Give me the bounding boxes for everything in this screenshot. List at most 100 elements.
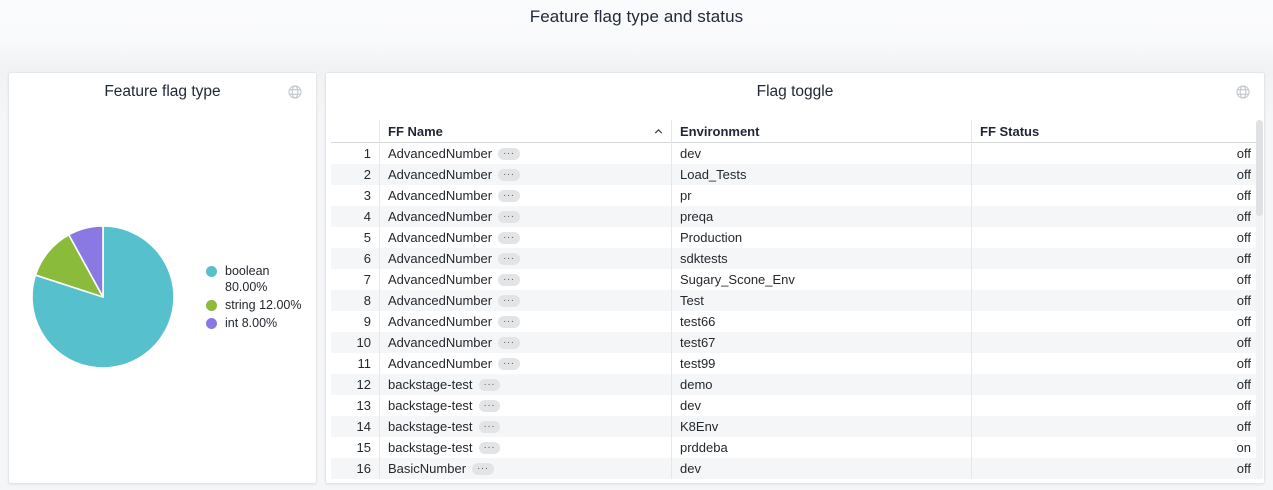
- cell-ff-status: off: [971, 143, 1259, 164]
- cell-environment: preqa: [671, 206, 971, 227]
- cell-ff-status: off: [971, 164, 1259, 185]
- legend-color-dot: [206, 300, 217, 311]
- sort-ascending-icon[interactable]: [653, 126, 664, 137]
- table-row: 6AdvancedNumber···sdktestsoff: [331, 248, 1259, 269]
- ff-name-value: backstage-test: [388, 377, 473, 392]
- legend-label: string 12.00%: [225, 297, 301, 313]
- cell-environment: sdktests: [671, 248, 971, 269]
- cell-environment: pr: [671, 185, 971, 206]
- cell-ff-name: backstage-test ···: [379, 395, 671, 416]
- cell-ff-name: AdvancedNumber···: [379, 185, 671, 206]
- header-environment[interactable]: Environment: [671, 120, 971, 143]
- cell-ff-status: off: [971, 185, 1259, 206]
- row-number: 11: [331, 356, 379, 371]
- ff-name-value: backstage-test: [388, 398, 473, 413]
- cell-environment: test99: [671, 353, 971, 374]
- legend-item-int[interactable]: int 8.00%: [206, 315, 301, 331]
- row-actions-ellipsis-button[interactable]: ···: [498, 316, 520, 328]
- row-actions-ellipsis-button[interactable]: ···: [479, 421, 501, 433]
- cell-ff-status: off: [971, 248, 1259, 269]
- table-body: 1AdvancedNumber···devoff2AdvancedNumber·…: [331, 143, 1259, 479]
- table-row: 1AdvancedNumber···devoff: [331, 143, 1259, 164]
- cell-environment: Test: [671, 290, 971, 311]
- cell-ff-status: off: [971, 269, 1259, 290]
- pie-panel-title[interactable]: Feature flag type: [104, 83, 220, 101]
- table-row: 4AdvancedNumber···preqaoff: [331, 206, 1259, 227]
- cell-ff-status: off: [971, 206, 1259, 227]
- row-number: 13: [331, 398, 379, 413]
- flag-table: FF Name Environment FF Status 1AdvancedN…: [331, 120, 1259, 479]
- header-ff-status[interactable]: FF Status: [971, 120, 1259, 143]
- ff-name-value: AdvancedNumber: [388, 314, 492, 329]
- cell-ff-status: off: [971, 458, 1259, 479]
- row-actions-ellipsis-button[interactable]: ···: [479, 442, 501, 454]
- legend-label: int 8.00%: [225, 315, 277, 331]
- cell-ff-name: AdvancedNumber···: [379, 332, 671, 353]
- header-ff-name[interactable]: FF Name: [379, 120, 671, 143]
- row-actions-ellipsis-button[interactable]: ···: [498, 232, 520, 244]
- table-row: 13backstage-test···devoff: [331, 395, 1259, 416]
- cell-environment: prddeba: [671, 437, 971, 458]
- cell-ff-status: off: [971, 416, 1259, 437]
- cell-ff-name: backstage-test···: [379, 437, 671, 458]
- table-panel-title[interactable]: Flag toggle: [757, 83, 834, 101]
- cell-ff-name: AdvancedNumber ···: [379, 227, 671, 248]
- row-actions-ellipsis-button[interactable]: ···: [498, 358, 520, 370]
- row-number: 8: [331, 293, 379, 308]
- table-row: 9AdvancedNumber···test66off: [331, 311, 1259, 332]
- row-actions-ellipsis-button[interactable]: ···: [472, 463, 494, 475]
- table-row: 8 AdvancedNumber ··· Testoff: [331, 290, 1259, 311]
- ff-name-value: AdvancedNumber: [388, 272, 492, 287]
- row-actions-ellipsis-button[interactable]: ···: [479, 379, 501, 391]
- globe-icon: [1235, 84, 1251, 100]
- row-number: 15: [331, 440, 379, 455]
- pie-panel: Feature flag type boolean80.00% string 12…: [8, 72, 317, 484]
- cell-ff-name: AdvancedNumber···: [379, 206, 671, 227]
- row-actions-ellipsis-button[interactable]: ···: [498, 274, 520, 286]
- cell-ff-status: off: [971, 353, 1259, 374]
- cell-ff-status: off: [971, 290, 1259, 311]
- cell-ff-name: AdvancedNumber ···: [379, 269, 671, 290]
- row-actions-ellipsis-button[interactable]: ···: [498, 211, 520, 223]
- row-actions-ellipsis-button[interactable]: ···: [498, 169, 520, 181]
- row-actions-ellipsis-button[interactable]: ···: [498, 337, 520, 349]
- row-number: 16: [331, 461, 379, 476]
- cell-environment: dev: [671, 458, 971, 479]
- cell-ff-name: backstage-test ···: [379, 374, 671, 395]
- cell-environment: K8Env: [671, 416, 971, 437]
- cell-ff-name: AdvancedNumber···: [379, 164, 671, 185]
- cell-ff-name: AdvancedNumber···: [379, 248, 671, 269]
- cell-ff-status: off: [971, 395, 1259, 416]
- row-actions-ellipsis-button[interactable]: ···: [498, 190, 520, 202]
- scrollbar-thumb[interactable]: [1256, 120, 1263, 216]
- row-number: 12: [331, 377, 379, 392]
- cell-ff-name: AdvancedNumber ···: [379, 353, 671, 374]
- row-actions-ellipsis-button[interactable]: ···: [498, 253, 520, 265]
- table-row: 7AdvancedNumber···Sugary_Scone_Envoff: [331, 269, 1259, 290]
- ff-name-value: AdvancedNumber: [388, 356, 492, 371]
- legend-item-boolean[interactable]: boolean80.00%: [206, 263, 301, 295]
- table-row: 15backstage-test···prddebaon: [331, 437, 1259, 458]
- cell-ff-name: BasicNumber···: [379, 458, 671, 479]
- cell-ff-status: on: [971, 437, 1259, 458]
- ff-name-value: AdvancedNumber: [388, 293, 492, 308]
- pie-legend: boolean80.00% string 12.00% int 8.00%: [206, 263, 301, 331]
- row-actions-ellipsis-button[interactable]: ···: [498, 148, 520, 160]
- pie-chart[interactable]: [27, 221, 179, 373]
- ff-name-value: AdvancedNumber: [388, 230, 492, 245]
- row-actions-ellipsis-button[interactable]: ···: [498, 295, 520, 307]
- vertical-scrollbar[interactable]: [1256, 120, 1263, 479]
- table-row: 12backstage-test···demooff: [331, 374, 1259, 395]
- table-panel: Flag toggle FF Name Environment FF Statu…: [325, 72, 1265, 484]
- cell-ff-status: off: [971, 227, 1259, 248]
- cell-ff-status: off: [971, 311, 1259, 332]
- row-actions-ellipsis-button[interactable]: ···: [479, 400, 501, 412]
- dashboard-title: Feature flag type and status: [0, 7, 1273, 27]
- cell-ff-name: AdvancedNumber ···: [379, 311, 671, 332]
- legend-color-dot: [206, 266, 217, 277]
- ff-name-value: AdvancedNumber: [388, 146, 492, 161]
- table-row: 14backstage-test···K8Envoff: [331, 416, 1259, 437]
- row-number: 2: [331, 167, 379, 182]
- legend-item-string[interactable]: string 12.00%: [206, 297, 301, 313]
- cell-environment: dev: [671, 143, 971, 164]
